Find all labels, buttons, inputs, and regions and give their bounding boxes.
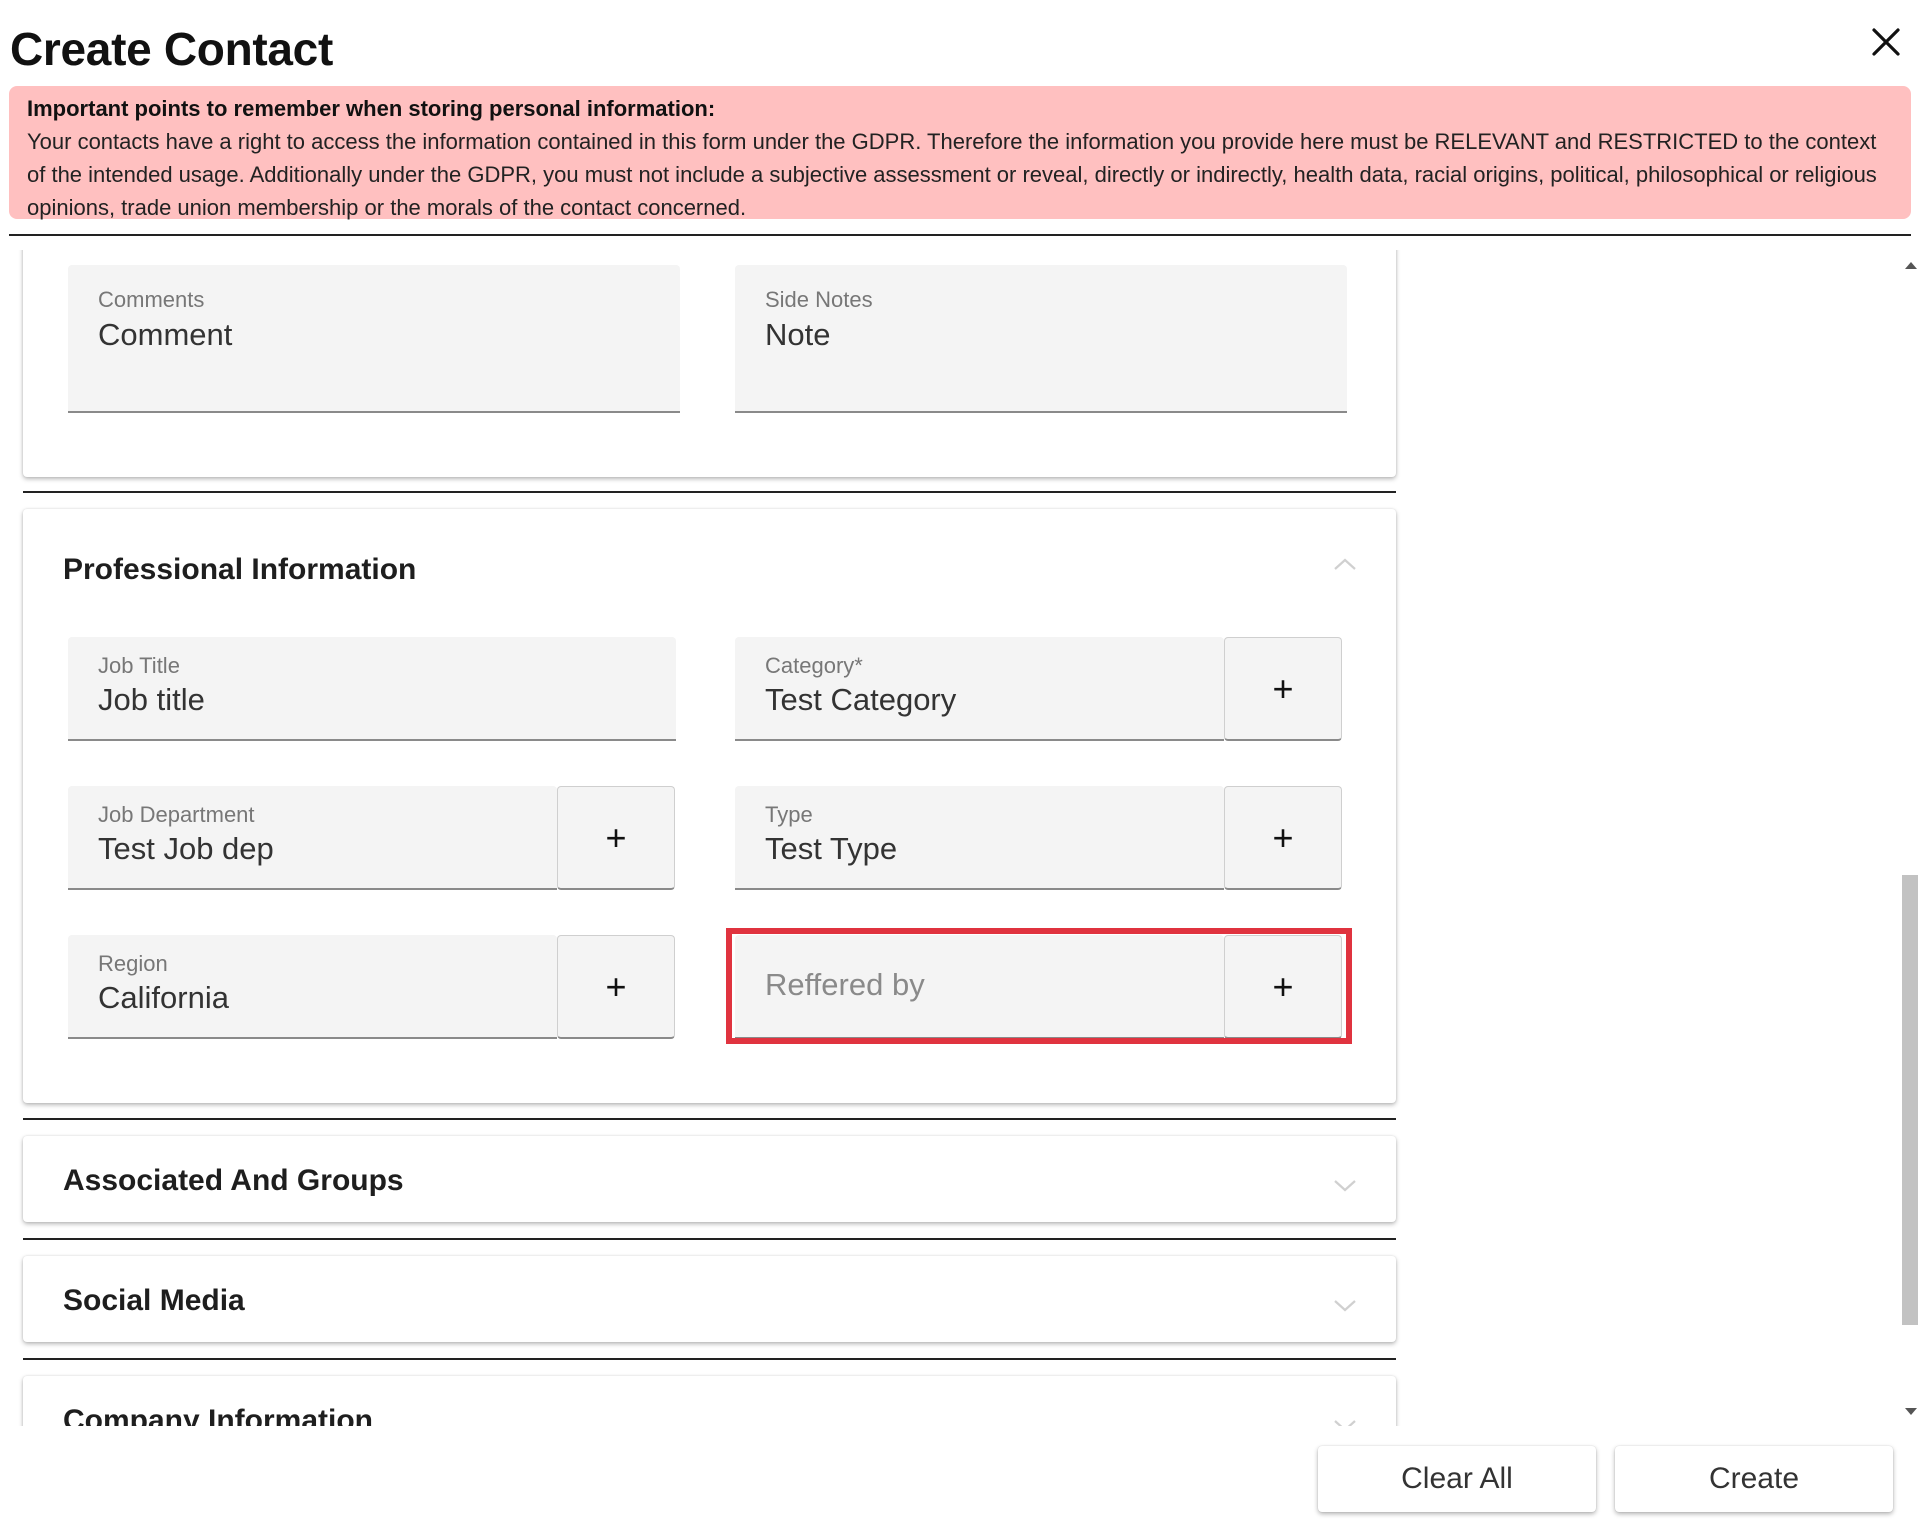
comments-field[interactable]: Comments Comment: [68, 265, 680, 413]
scrollbar-thumb[interactable]: [1902, 875, 1918, 1325]
company-info-title[interactable]: Company Information: [63, 1404, 373, 1426]
page-title: Create Contact: [10, 23, 333, 75]
scroll-up-arrow-icon[interactable]: [1905, 262, 1917, 269]
header-divider: [9, 234, 1911, 236]
form-scroll-area: Comments Comment Side Notes Note Profess…: [0, 250, 1920, 1426]
job-title-label: Job Title: [98, 653, 180, 678]
add-job-department-button[interactable]: +: [557, 786, 675, 890]
chevron-down-icon[interactable]: [1332, 1418, 1358, 1426]
plus-icon: +: [1272, 667, 1294, 709]
region-label: Region: [98, 951, 168, 976]
type-select[interactable]: Type Test Type: [735, 786, 1224, 890]
chevron-down-icon[interactable]: [1332, 1178, 1358, 1194]
category-label: Category*: [765, 653, 863, 678]
job-title-field[interactable]: Job Title Job title: [68, 637, 676, 741]
gdpr-text-line-1: Your contacts have a right to access the…: [27, 129, 1877, 154]
side-notes-value: Note: [765, 317, 831, 352]
add-region-button[interactable]: +: [557, 935, 675, 1039]
type-value: Test Type: [765, 831, 898, 866]
category-value: Test Category: [765, 682, 957, 717]
add-category-button[interactable]: +: [1224, 637, 1342, 741]
plus-icon: +: [1272, 816, 1294, 858]
gdpr-warning-banner: Important points to remember when storin…: [9, 86, 1911, 220]
referred-by-select[interactable]: Reffered by: [735, 935, 1224, 1039]
side-notes-label: Side Notes: [765, 287, 873, 312]
add-type-button[interactable]: +: [1224, 786, 1342, 890]
chevron-down-icon[interactable]: [1332, 1298, 1358, 1314]
section-divider: [23, 1238, 1396, 1240]
comments-value: Comment: [98, 317, 233, 352]
social-media-title[interactable]: Social Media: [63, 1284, 245, 1318]
gdpr-heading: Important points to remember when storin…: [27, 96, 716, 121]
section-divider: [23, 1358, 1396, 1360]
comments-label: Comments: [98, 287, 205, 312]
job-department-label: Job Department: [98, 802, 255, 827]
job-department-value: Test Job dep: [98, 831, 274, 866]
professional-info-title[interactable]: Professional Information: [63, 553, 416, 587]
create-button[interactable]: Create: [1615, 1446, 1893, 1512]
side-notes-field[interactable]: Side Notes Note: [735, 265, 1347, 413]
job-department-select[interactable]: Job Department Test Job dep: [68, 786, 557, 890]
region-select[interactable]: Region California: [68, 935, 557, 1039]
plus-icon: +: [605, 965, 627, 1007]
region-value: California: [98, 980, 229, 1015]
type-label: Type: [765, 802, 813, 827]
close-icon: [1872, 28, 1900, 56]
scroll-down-arrow-icon[interactable]: [1905, 1408, 1917, 1415]
add-referred-by-button[interactable]: +: [1224, 935, 1342, 1039]
category-select[interactable]: Category* Test Category: [735, 637, 1224, 741]
close-button[interactable]: [1862, 18, 1910, 66]
section-divider: [23, 1118, 1396, 1120]
chevron-up-icon[interactable]: [1332, 556, 1358, 572]
plus-icon: +: [605, 816, 627, 858]
job-title-value: Job title: [98, 682, 205, 717]
clear-all-button[interactable]: Clear All: [1318, 1446, 1596, 1512]
plus-icon: +: [1272, 965, 1294, 1007]
gdpr-text-line-2: of the intended usage. Additionally unde…: [27, 162, 1877, 187]
section-divider: [23, 491, 1396, 493]
associated-groups-title[interactable]: Associated And Groups: [63, 1164, 404, 1198]
referred-by-placeholder: Reffered by: [765, 967, 925, 1002]
gdpr-text-line-3: opinions, trade union membership or the …: [27, 195, 747, 220]
